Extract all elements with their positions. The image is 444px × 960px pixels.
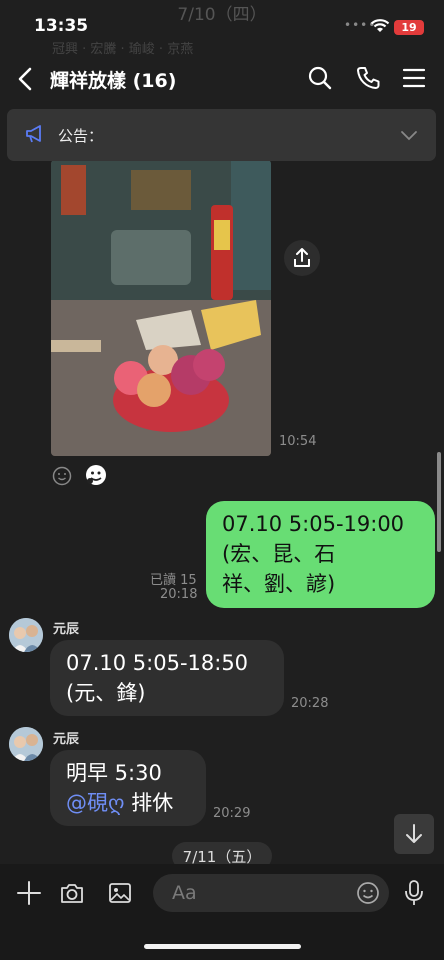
search-icon[interactable] xyxy=(306,64,334,92)
mention-link[interactable]: @硯ღ xyxy=(66,791,125,815)
plus-icon[interactable] xyxy=(16,880,42,906)
emoji-icon[interactable] xyxy=(356,881,380,905)
share-button[interactable] xyxy=(284,240,320,276)
message-line: (元、鋒) xyxy=(66,681,146,705)
share-icon xyxy=(294,248,310,267)
arrow-down-icon xyxy=(406,824,422,843)
phone-icon[interactable] xyxy=(354,64,382,92)
message-time: 20:29 xyxy=(213,806,251,821)
incoming-message[interactable]: 07.10 5:05-18:50 (元、鋒) xyxy=(50,640,284,716)
back-icon[interactable] xyxy=(12,64,40,94)
announcement-label: 公告： xyxy=(58,127,104,145)
microphone-icon[interactable] xyxy=(402,878,426,908)
chevron-down-icon[interactable] xyxy=(400,128,418,142)
message-line: (宏、昆、石 xyxy=(222,542,336,566)
chat-title[interactable]: 輝祥放樣 (16) xyxy=(50,66,176,93)
message-line: @硯ღ 排休 xyxy=(66,788,190,818)
menu-icon[interactable] xyxy=(400,64,428,92)
camera-icon[interactable] xyxy=(59,880,85,906)
message-text: 排休 xyxy=(124,791,174,815)
image-icon[interactable] xyxy=(107,880,133,906)
wifi-icon xyxy=(370,19,390,32)
message-line: 祥、劉、諺) xyxy=(222,572,336,596)
message-input-placeholder: Aa xyxy=(172,882,197,904)
sender-name: 元辰 xyxy=(53,732,80,747)
faded-message-row: 冠興 · 宏騰 · 瑜峻 · 京燕 xyxy=(52,42,194,57)
shared-photo[interactable] xyxy=(51,160,271,456)
message-time: 10:54 xyxy=(279,434,317,449)
incoming-message[interactable]: 明早 5:30 @硯ღ 排休 xyxy=(50,750,206,826)
reaction-sticker-icon[interactable] xyxy=(85,464,107,486)
smile-icon[interactable] xyxy=(52,466,72,486)
message-line: 07.10 5:05-19:00 xyxy=(222,512,405,536)
status-time: 13:35 xyxy=(34,16,89,36)
message-line: 07.10 5:05-18:50 xyxy=(66,651,249,675)
megaphone-icon xyxy=(26,125,41,143)
message-line: 明早 5:30 xyxy=(66,761,162,785)
message-time: 20:28 xyxy=(291,696,329,711)
avatar[interactable] xyxy=(9,727,43,761)
avatar[interactable] xyxy=(9,618,43,652)
battery-indicator: 19 xyxy=(394,20,424,35)
outgoing-message[interactable]: 07.10 5:05-19:00 (宏、昆、石 祥、劉、諺) xyxy=(206,501,435,608)
scroll-to-bottom-button[interactable] xyxy=(394,814,434,854)
scrollbar[interactable] xyxy=(437,452,441,552)
read-receipt: 已讀 15 xyxy=(150,573,197,588)
home-indicator[interactable] xyxy=(144,944,301,949)
sender-name: 元辰 xyxy=(53,622,80,637)
message-time: 20:18 xyxy=(160,587,198,602)
